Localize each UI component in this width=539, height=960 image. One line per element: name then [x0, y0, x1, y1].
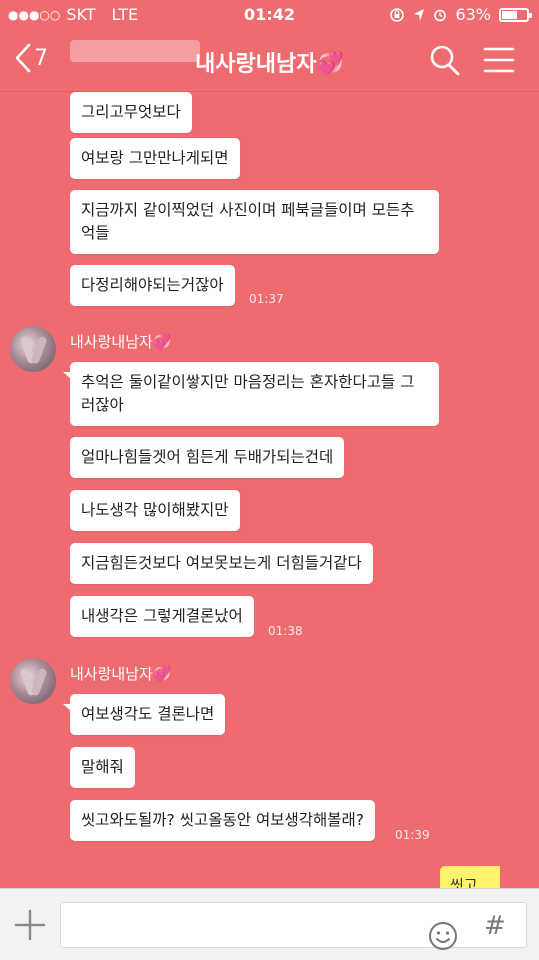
message-time: 01:37 [249, 292, 284, 306]
avatar[interactable] [10, 326, 56, 372]
message-bubble[interactable]: 그리고무엇보다 [70, 92, 192, 133]
chat-title-text: 내사랑내남자 [195, 52, 317, 77]
input-bar [0, 888, 539, 960]
battery-icon [499, 7, 532, 22]
sender-name-text: 내사랑내남자 [70, 665, 153, 683]
message-bubble[interactable]: 말해줘 [70, 747, 135, 788]
battery-percent: 63% [455, 5, 491, 24]
message-bubble[interactable]: 여보랑 그만만나게되면 [70, 138, 240, 179]
rotation-lock-icon [390, 7, 405, 22]
message-bubble[interactable]: 다정리해야되는거잖아 [70, 265, 235, 306]
hamburger-menu-icon[interactable] [483, 46, 515, 74]
my-message-bubble[interactable]: 씻고와 [440, 866, 500, 890]
emoji-icon[interactable] [428, 921, 458, 951]
search-icon[interactable] [430, 44, 460, 76]
sender-name-text: 내사랑내남자 [70, 333, 153, 351]
message-input[interactable] [61, 903, 401, 947]
status-bar: ●●●○○ SKT LTE 01:42 63% [0, 0, 539, 30]
hearts-emoji: 💞 [316, 52, 344, 77]
sender-name: 내사랑내남자💞 [70, 663, 172, 684]
message-bubble[interactable]: 여보생각도 결론나면 [62, 694, 226, 735]
message-bubble[interactable]: 나도생각 많이해봤지만 [70, 490, 240, 531]
message-bubble[interactable]: 추억은 둘이같이쌓지만 마음정리는 혼자한다고들 그러잖아 [63, 362, 439, 426]
hashtag-search-button[interactable]: # [484, 911, 506, 941]
message-bubble[interactable]: 지금힘든것보다 여보못보는게 더힘들거같다 [70, 543, 373, 584]
avatar[interactable] [10, 658, 56, 704]
sender-name: 내사랑내남자💞 [70, 331, 172, 352]
message-bubble[interactable]: 얼마나힘들겟어 힘든게 두배가되는건데 [70, 437, 345, 478]
message-bubble[interactable]: 내생각은 그렇게결론났어 [70, 596, 254, 637]
hearts-emoji: 💞 [152, 665, 172, 683]
hearts-emoji: 💞 [152, 333, 172, 351]
message-bubble[interactable]: 씻고와도될까? 씻고올동안 여보생각해볼래? [70, 800, 375, 841]
message-time: 01:38 [268, 624, 303, 638]
alarm-icon [434, 9, 447, 21]
location-arrow-icon [414, 8, 425, 21]
message-time: 01:39 [395, 828, 430, 842]
scrolled-message-fragment [70, 40, 200, 62]
plus-icon[interactable] [12, 907, 48, 943]
message-bubble[interactable]: 지금까지 같이찍었던 사진이며 페북글들이며 모든추억들 [70, 190, 439, 254]
